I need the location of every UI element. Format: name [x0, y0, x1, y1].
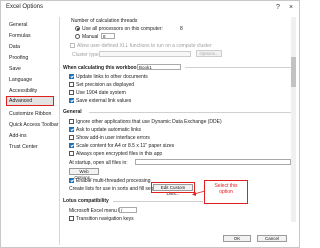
general-heading: General	[63, 109, 82, 115]
section-divider	[113, 201, 203, 202]
cluster-options-button[interactable]: Options...	[196, 50, 222, 57]
manual-threads-label: Manual	[82, 34, 99, 40]
section-divider	[89, 112, 293, 113]
update-links-label: Update links to other documents	[76, 74, 148, 80]
startup-folder-label: At startup, open all files in:	[69, 160, 128, 166]
dialog-footer: OK Cancel	[1, 229, 299, 247]
excel-options-window: Excel Options ? × General Formulas Data …	[0, 0, 300, 248]
section-divider	[185, 67, 293, 68]
sidebar-item-language[interactable]: Language	[9, 77, 32, 83]
ask-update-links-checkbox[interactable]	[69, 127, 74, 132]
web-options-button[interactable]: Web Options...	[69, 168, 99, 180]
sidebar-item-customize-ribbon[interactable]: Customize Ribbon	[9, 111, 51, 117]
allow-udf-label: Allow user-defined XLL functions to run …	[77, 43, 212, 49]
sidebar-item-proofing[interactable]: Proofing	[9, 55, 28, 61]
advanced-options-panel: Number of calculation threads Use all pr…	[61, 17, 297, 223]
sidebar-item-trust-center[interactable]: Trust Center	[9, 144, 38, 150]
use-all-processors-label: Use all processors on this computer:	[82, 26, 163, 32]
addin-errors-label: Show add-in user interface errors	[76, 135, 150, 141]
ignore-dde-label: Ignore other applications that use Dynam…	[76, 119, 222, 125]
use-all-processors-radio[interactable]	[75, 26, 80, 31]
transition-nav-keys-checkbox[interactable]	[69, 216, 74, 221]
scale-content-label: Scale content for A4 or 8.5 x 11" paper …	[76, 143, 175, 149]
sidebar-item-general[interactable]: General	[9, 22, 27, 28]
annotation-callout: Select this option	[204, 180, 248, 204]
manual-threads-radio[interactable]	[75, 34, 80, 39]
help-button[interactable]: ?	[273, 3, 283, 13]
sidebar-item-accessibility[interactable]: Accessibility	[9, 88, 37, 94]
sidebar-item-data[interactable]: Data	[9, 44, 20, 50]
options-scrollbar[interactable]	[291, 17, 296, 222]
edit-custom-lists-highlight	[151, 182, 195, 193]
manual-threads-input[interactable]: 8	[101, 33, 115, 39]
title-bar: Excel Options ? ×	[1, 1, 299, 15]
open-encrypted-label: Always open encrypted files in this app	[76, 151, 163, 157]
lotus-heading: Lotus compatibility	[63, 198, 109, 204]
allow-udf-checkbox[interactable]	[70, 43, 75, 48]
options-sidebar: General Formulas Data Proofing Save Lang…	[3, 17, 60, 245]
processor-count: 8	[180, 26, 183, 32]
menu-key-input[interactable]: /	[119, 207, 137, 213]
window-title: Excel Options	[6, 4, 44, 10]
sidebar-item-advanced[interactable]: Advanced	[6, 96, 54, 106]
open-encrypted-checkbox[interactable]	[69, 151, 74, 156]
ignore-dde-checkbox[interactable]	[69, 119, 74, 124]
cluster-type-label: Cluster type:	[72, 52, 101, 58]
callout-line-2: option	[219, 189, 233, 195]
cluster-type-input[interactable]	[99, 51, 191, 57]
addin-errors-checkbox[interactable]	[69, 135, 74, 140]
cancel-button[interactable]: Cancel	[257, 235, 287, 242]
multithreaded-label: Enable multi-threaded processing	[76, 178, 151, 184]
precision-as-displayed-label: Set precision as displayed	[76, 82, 135, 88]
scale-content-checkbox[interactable]	[69, 143, 74, 148]
ok-button[interactable]: OK	[223, 235, 251, 242]
workbook-calc-heading: When calculating this workbook:	[63, 65, 142, 71]
scrollbar-thumb[interactable]	[291, 57, 296, 87]
transition-nav-keys-label: Transition navigation keys	[76, 216, 134, 222]
sidebar-item-formulas[interactable]: Formulas	[9, 33, 31, 39]
sidebar-item-quick-access-toolbar[interactable]: Quick Access Toolbar	[9, 122, 59, 128]
save-external-links-checkbox[interactable]	[69, 98, 74, 103]
sidebar-item-save[interactable]: Save	[9, 66, 21, 72]
precision-as-displayed-checkbox[interactable]	[69, 82, 74, 87]
save-external-links-label: Save external link values	[76, 98, 132, 104]
update-links-checkbox[interactable]	[69, 74, 74, 79]
callout-arrow-icon	[192, 190, 206, 196]
multithreaded-checkbox[interactable]	[69, 178, 74, 183]
startup-folder-input[interactable]	[135, 159, 291, 165]
ask-update-links-label: Ask to update automatic links	[76, 127, 142, 133]
calc-threads-label: Number of calculation threads	[71, 18, 138, 24]
workbook-select[interactable]: Book1	[137, 64, 181, 70]
date-1904-checkbox[interactable]	[69, 90, 74, 95]
close-button[interactable]: ×	[286, 3, 296, 13]
date-1904-label: Use 1904 date system	[76, 90, 126, 96]
sidebar-item-add-ins[interactable]: Add-ins	[9, 133, 27, 139]
